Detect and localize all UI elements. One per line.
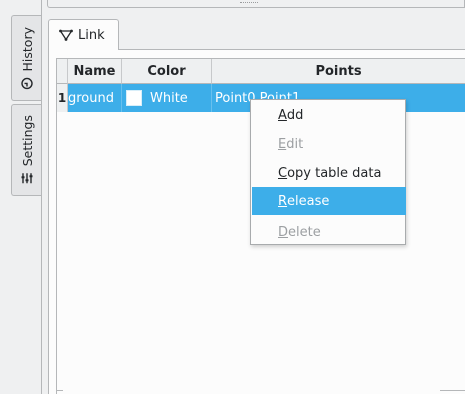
row-header-1[interactable]: 1 bbox=[57, 84, 68, 112]
side-tab-history-label: History bbox=[19, 26, 35, 72]
horizontal-scrollbar-end[interactable] bbox=[440, 390, 465, 394]
menu-item-release-label: elease bbox=[287, 193, 330, 209]
column-header-points[interactable]: Points bbox=[212, 59, 465, 84]
menu-item-delete-mnemonic: D bbox=[278, 224, 289, 240]
link-icon bbox=[59, 29, 73, 41]
menu-item-copy-mnemonic: C bbox=[278, 165, 288, 181]
horizontal-scrollbar-start[interactable] bbox=[57, 390, 63, 394]
cell-name-text: ground bbox=[68, 90, 114, 106]
side-tab-settings[interactable]: Settings bbox=[11, 104, 42, 196]
menu-item-edit[interactable]: Edit bbox=[252, 130, 406, 158]
tab-link-label: Link bbox=[78, 27, 105, 43]
menu-item-release-mnemonic: R bbox=[278, 193, 288, 209]
table-cell-name[interactable]: ground bbox=[68, 84, 122, 112]
history-icon bbox=[21, 77, 33, 89]
column-header-color[interactable]: Color bbox=[122, 59, 212, 84]
menu-item-copy-label: opy table data bbox=[287, 165, 382, 181]
column-header-name[interactable]: Name bbox=[68, 59, 122, 84]
side-panel-divider bbox=[41, 0, 42, 394]
menu-item-delete[interactable]: Delete bbox=[252, 218, 406, 246]
table-corner-button[interactable] bbox=[57, 59, 68, 84]
menu-item-edit-label: dit bbox=[286, 136, 304, 152]
menu-item-copy-table-data[interactable]: Copy table data bbox=[252, 159, 406, 187]
menu-item-add-mnemonic: A bbox=[278, 107, 287, 123]
color-swatch bbox=[126, 90, 142, 106]
table-cell-color[interactable]: White bbox=[122, 84, 212, 112]
menu-item-release[interactable]: Release bbox=[252, 187, 406, 215]
menu-item-delete-label: elete bbox=[288, 224, 321, 240]
side-tab-history[interactable]: History bbox=[11, 15, 42, 101]
tab-link[interactable]: Link bbox=[48, 19, 119, 50]
menu-item-edit-mnemonic: E bbox=[278, 136, 287, 152]
menu-item-add[interactable]: Add bbox=[252, 101, 406, 129]
menu-item-add-label: dd bbox=[286, 107, 304, 123]
splitter-handle[interactable] bbox=[240, 2, 258, 4]
sliders-icon bbox=[21, 173, 33, 185]
cell-color-text: White bbox=[150, 90, 188, 106]
side-tab-settings-label: Settings bbox=[19, 115, 35, 167]
context-menu: Add Edit Copy table data Release Delete bbox=[250, 99, 406, 245]
